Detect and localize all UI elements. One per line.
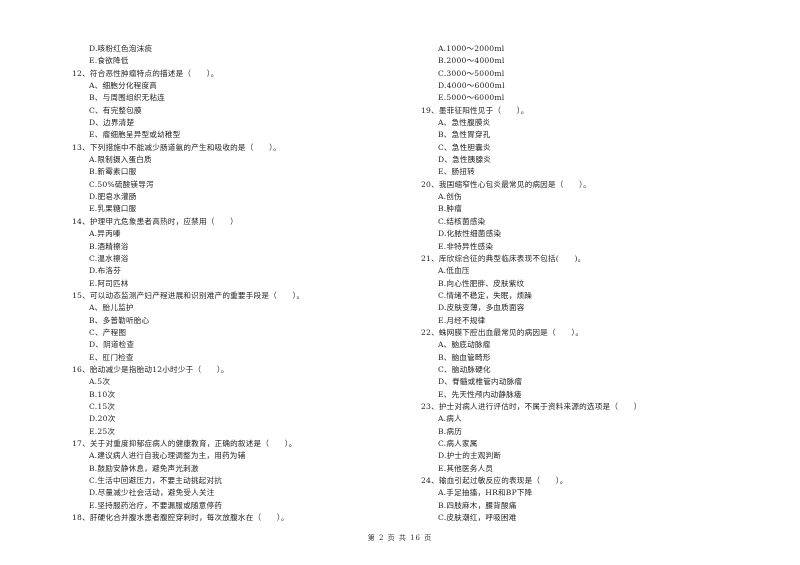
answer-option: C.50%硫酸镁导泻 <box>89 179 154 189</box>
answer-option: C.病人家属 <box>438 439 478 448</box>
answer-option: E.其他医务人员 <box>438 463 494 473</box>
answer-option: E.5000～6000ml <box>438 93 505 103</box>
right-column: A.1000～2000ml B.2000～4000ml C.3000～5000ml D… <box>421 43 751 524</box>
answer-option: D.肥皂水灌肠 <box>89 192 137 202</box>
answer-option: D.20次 <box>89 414 116 424</box>
answer-option: A.病人 <box>438 414 462 424</box>
question-stem: 20、我国缩窄性心包炎最常见的病因是（ ）。 <box>421 179 591 189</box>
question-stem: 24、输血引起过敏反应的表现是（ ）。 <box>421 476 568 486</box>
answer-option: E、肛门检查 <box>89 352 134 362</box>
question-stem: 22、蛛网膜下腔出血最常见的病因是（ ）。 <box>421 327 584 337</box>
answer-option: D、边界清楚 <box>89 118 135 128</box>
question-stem: 15、可以动态监测产妇产程进展和识别难产的重要手段是（ ）。 <box>72 290 305 300</box>
answer-option: B.酒精擦浴 <box>89 241 129 251</box>
answer-option: E.非特异性感染 <box>438 241 494 251</box>
answer-option: B、急性胃穿孔 <box>438 130 491 140</box>
answer-option: C.生活中回避压力，不要主动挑起对抗 <box>89 476 223 486</box>
answer-option: E、瘤细胞呈异型或幼稚型 <box>89 130 181 140</box>
answer-option: C.结核菌感染 <box>438 216 486 226</box>
answer-option: D.皮肤变薄，多血质面容 <box>438 303 525 313</box>
answer-option: C、有完整包膜 <box>89 105 142 115</box>
answer-option: C.温水擦浴 <box>89 253 129 263</box>
question-stem: 21、库欣综合征的典型临床表现不包括( )。 <box>421 253 586 263</box>
answer-option: A、急性腹膜炎 <box>438 118 491 128</box>
answer-option: B、与周围组织无粘连 <box>89 93 165 103</box>
answer-option: B.2000～4000ml <box>438 56 505 66</box>
answer-option: A.手足抽搐，HR和BP下降 <box>438 488 533 498</box>
answer-option: B.10次 <box>89 389 116 399</box>
answer-option: C.皮肤潮红，呼吸困难 <box>438 513 517 523</box>
answer-option: C、急性胆囊炎 <box>438 142 491 152</box>
answer-option: A.创伤 <box>438 192 462 202</box>
answer-option: B.新霉素口服 <box>89 167 137 177</box>
answer-option: E.25次 <box>89 426 116 436</box>
answer-option: B、多普勒听胎心 <box>89 315 150 325</box>
answer-option: D.布洛芬 <box>89 266 122 276</box>
answer-option: E、肠扭转 <box>438 167 475 177</box>
answer-option: B.鼓励安静休息，避免声光刺激 <box>89 463 199 473</box>
answer-option: D、急性胰腺炎 <box>438 155 492 165</box>
answer-option: E.坚持服药治疗，不要漏服或随意停药 <box>89 500 223 510</box>
answer-option: A.限制摄入蛋白质 <box>89 155 152 165</box>
question-stem: 18、肝硬化合并腹水患者腹腔穿刺时，每次放腹水在（ ）。 <box>72 513 289 523</box>
answer-option: C、产程图 <box>89 327 127 337</box>
answer-option: B.四肢麻木，腰背酸痛 <box>438 500 517 510</box>
answer-option: C.情绪不稳定，失眠，烦躁 <box>438 290 533 300</box>
answer-option: D、脊髓或椎管内动脉瘤 <box>438 377 523 387</box>
answer-option: B、脑血管畸形 <box>438 352 491 362</box>
answer-option: D.尽量减少社会活动，避免受人关注 <box>89 488 215 498</box>
answer-option: E、先天性颅内动静脉瘘 <box>438 389 522 399</box>
answer-option: D.护士的主观判断 <box>438 451 502 461</box>
answer-option: B.向心性肥胖、皮肤紫纹 <box>438 278 525 288</box>
page-number: 第 2 页 共 16 页 <box>367 534 433 542</box>
question-stem: 23、护士对病人进行评估时，不属于资料来源的选项是（ ） <box>421 401 642 411</box>
answer-option: E.食欲降低 <box>89 56 129 66</box>
answer-option: B.病历 <box>438 426 462 436</box>
answer-option: C、脑动脉硬化 <box>438 364 491 374</box>
answer-option: A.低血压 <box>438 266 470 276</box>
question-stem: 19、墨菲征阳性见于（ ）。 <box>421 105 529 115</box>
question-stem: 14、护理甲亢危象患者高热时，应禁用（ ） <box>72 216 238 226</box>
answer-option: D.化脓性细菌感染 <box>438 229 502 239</box>
answer-option: B.肿瘤 <box>438 204 462 214</box>
answer-option: E.阿司匹林 <box>89 278 129 288</box>
answer-option: D、阴道检查 <box>89 340 135 350</box>
answer-option: E.月经不规律 <box>438 315 486 325</box>
answer-option: D.4000～6000ml <box>438 81 505 91</box>
answer-option: A.建议病人进行自我心理调整为主，用药为辅 <box>89 451 246 461</box>
answer-option: D.咳粉红色泡沫痰 <box>89 44 153 53</box>
answer-option: A.5次 <box>89 377 111 387</box>
answer-option: C.15次 <box>89 401 116 411</box>
question-stem: 16、胎动减少是指胎动12小时少于（ ）。 <box>72 364 229 374</box>
answer-option: C.3000～5000ml <box>438 68 505 78</box>
answer-option: A、细胞分化程度高 <box>89 81 158 91</box>
answer-option: A、脑底动脉瘤 <box>438 340 491 350</box>
answer-option: A.1000～2000ml <box>438 44 505 53</box>
answer-option: A.异丙嗪 <box>89 229 121 239</box>
answer-option: A、胎儿监护 <box>89 303 134 313</box>
question-stem: 13、下列措施中不能减少肠道氨的产生和吸收的是（ ）。 <box>72 142 281 152</box>
answer-option: E.乳果糖口服 <box>89 204 137 214</box>
question-stem: 17、关于对重度抑郁症病人的健康教育，正确的叙述是（ ）。 <box>72 439 297 448</box>
question-stem: 12、符合恶性肿瘤特点的描述是（ ）。 <box>72 68 219 78</box>
left-column: D.咳粉红色泡沫痰 E.食欲降低 12、符合恶性肿瘤特点的描述是（ ）。 A、细胞分化… <box>72 43 402 524</box>
